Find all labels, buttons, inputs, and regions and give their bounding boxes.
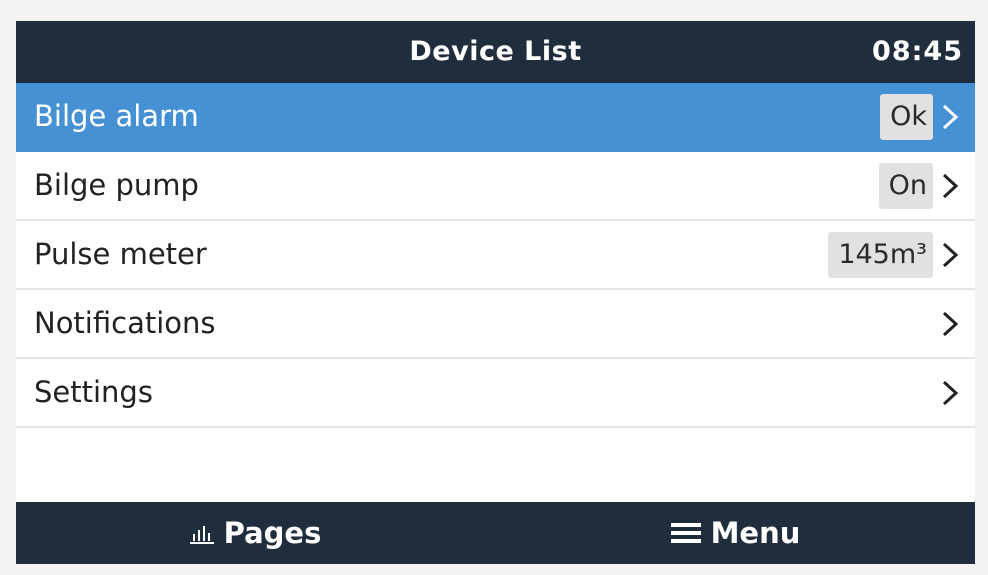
list-item-label: Bilge pump (34, 168, 199, 202)
chevron-right-icon (937, 310, 963, 338)
list-item-label: Bilge alarm (34, 99, 199, 133)
list-item-label: Notifications (34, 306, 216, 340)
pages-button[interactable]: Pages (16, 502, 495, 564)
status-badge: Ok (880, 94, 933, 140)
page-title: Device List (409, 36, 582, 67)
bar-chart-icon (189, 522, 214, 544)
hamburger-icon (670, 522, 701, 544)
list-item-label: Pulse meter (34, 237, 207, 271)
menu-label: Menu (710, 516, 801, 550)
device-list-screen: Device List 08:45 Bilge alarm Ok Bilge p… (16, 21, 975, 564)
list-item-bilge-pump[interactable]: Bilge pump On (16, 152, 975, 221)
bottom-bar: Pages Menu (16, 502, 975, 564)
chevron-right-icon (937, 103, 963, 131)
list-item-settings[interactable]: Settings (16, 359, 975, 428)
chevron-right-icon (937, 172, 963, 200)
clock: 08:45 (872, 36, 963, 67)
list-item-label: Settings (34, 375, 153, 409)
pages-label: Pages (223, 516, 322, 550)
list-item-bilge-alarm[interactable]: Bilge alarm Ok (16, 83, 975, 152)
list-item-pulse-meter[interactable]: Pulse meter 145m³ (16, 221, 975, 290)
chevron-right-icon (937, 379, 963, 407)
value-badge: 145m³ (828, 232, 933, 278)
device-list: Bilge alarm Ok Bilge pump On Pulse meter… (16, 83, 975, 428)
chevron-right-icon (937, 241, 963, 269)
list-item-notifications[interactable]: Notifications (16, 290, 975, 359)
menu-button[interactable]: Menu (496, 502, 975, 564)
title-bar: Device List 08:45 (16, 21, 975, 83)
status-badge: On (878, 163, 933, 209)
